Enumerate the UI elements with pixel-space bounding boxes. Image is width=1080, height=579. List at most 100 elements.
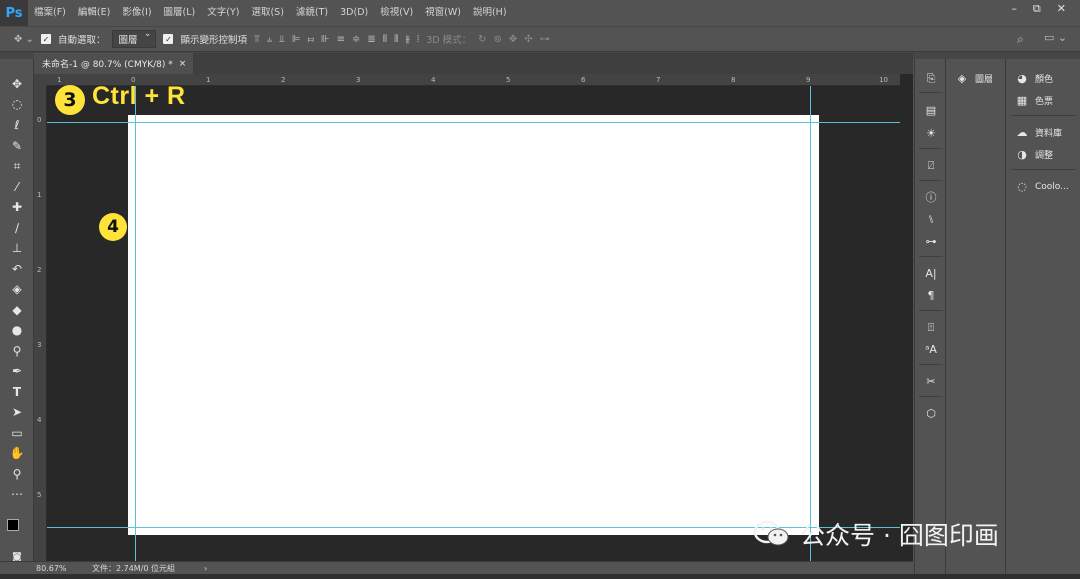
rectangle-icon[interactable]: ▭	[7, 424, 27, 442]
blur-icon[interactable]: ●	[7, 321, 27, 339]
zoom-level[interactable]: 80.67%	[0, 564, 92, 573]
zoom-icon[interactable]: ⚲	[7, 465, 27, 483]
properties-icon[interactable]: ⊶	[921, 234, 941, 250]
libraries-panel-button[interactable]: ☁ 資料庫	[1015, 126, 1063, 139]
distribute-vcenter-icon[interactable]: ≑	[352, 34, 360, 45]
align-right-icon[interactable]: ⊪	[321, 34, 330, 45]
search-icon[interactable]: ⌕	[1017, 32, 1024, 47]
panel-divider	[919, 364, 943, 365]
coolorus-panel-button[interactable]: ◌ Coolo...	[1015, 180, 1069, 193]
menu-view[interactable]: 檢視(V)	[374, 0, 419, 26]
auto-select-checkbox[interactable]: ✓	[40, 34, 51, 44]
distribute-right-icon[interactable]: ⫵	[405, 34, 410, 45]
vertical-ruler[interactable]: 0 1 2 3 4 5	[34, 86, 47, 561]
minimize-button[interactable]: –	[1011, 2, 1017, 16]
align-top-icon[interactable]: ⫪	[254, 34, 260, 45]
brush-settings-icon[interactable]: ⍁	[921, 158, 941, 174]
panel-divider	[919, 92, 943, 93]
healing-icon[interactable]: ✚	[7, 198, 27, 216]
3d-panel-icon[interactable]: ⬡	[921, 406, 941, 422]
ruler-tick-label: 10	[879, 76, 888, 84]
menu-help[interactable]: 說明(H)	[467, 0, 513, 26]
document-tab[interactable]: 未命名-1 @ 80.7% (CMYK/8) * ×	[34, 53, 194, 74]
menu-image[interactable]: 影像(I)	[116, 0, 157, 26]
stamp-icon[interactable]: ⊥	[7, 239, 27, 257]
path-select-icon[interactable]: ➤	[7, 403, 27, 421]
brush-icon[interactable]: ∕	[7, 219, 27, 237]
color-panel-button[interactable]: ◕ 顏色	[1015, 72, 1053, 85]
dodge-icon[interactable]: ⚲	[7, 342, 27, 360]
pen-icon[interactable]: ✒	[7, 362, 27, 380]
panel-icon-strip: ⎘ ▤ ☀ ⍁ ⓘ ⑊ ⊶ A| ¶ ⍐ ᵃA ✂ ⬡	[914, 59, 946, 574]
panel-divider	[1011, 169, 1076, 170]
align-hcenter-icon[interactable]: ⧦	[308, 34, 314, 45]
distribute-left-icon[interactable]: ⦀	[383, 34, 387, 45]
actions-icon[interactable]: ▤	[921, 103, 941, 119]
workspace-switcher-icon[interactable]: ▭ ⌄	[1044, 31, 1067, 44]
eyedropper-icon[interactable]: ⁄	[7, 178, 27, 196]
document-canvas[interactable]	[128, 115, 819, 535]
brush-preset-icon[interactable]: ⑊	[921, 212, 941, 228]
menu-edit[interactable]: 編輯(E)	[72, 0, 116, 26]
auto-align-icon[interactable]: ⦙	[417, 34, 419, 45]
more-tools-icon[interactable]: ⋯	[7, 485, 27, 503]
tool-presets-icon[interactable]: ✂	[921, 374, 941, 390]
paragraph-style-icon[interactable]: ⍐	[921, 320, 941, 336]
align-vcenter-icon[interactable]: ⫨	[267, 34, 273, 45]
menu-select[interactable]: 選取(S)	[245, 0, 289, 26]
type-icon[interactable]: T	[7, 383, 27, 401]
move-tool-icon[interactable]: ✥ ⌄	[14, 34, 34, 45]
hand-icon[interactable]: ✋	[7, 444, 27, 462]
menu-type[interactable]: 文字(Y)	[201, 0, 245, 26]
layers-panel-collapsed: ◈ 圖層	[947, 59, 1006, 574]
paint-bucket-icon[interactable]: ◆	[7, 301, 27, 319]
right-panel-collapsed: ◕ 顏色 ▦ 色票 ☁ 資料庫 ◑ 調整 ◌ Coolo...	[1007, 59, 1080, 574]
close-tab-icon[interactable]: ×	[179, 59, 187, 69]
swatches-panel-button[interactable]: ▦ 色票	[1015, 94, 1053, 107]
vertical-guide-right[interactable]	[810, 86, 811, 561]
vertical-guide-left[interactable]	[135, 86, 136, 561]
adjustments-panel-button[interactable]: ◑ 調整	[1015, 148, 1053, 161]
crop-icon[interactable]: ⌗	[7, 157, 27, 175]
ruler-tick-label: 9	[806, 76, 811, 84]
align-left-icon[interactable]: ⊫	[292, 34, 301, 45]
history-icon[interactable]: ⎘	[921, 71, 941, 87]
foreground-color-swatch[interactable]	[7, 519, 19, 531]
distribute-bottom-icon[interactable]: ≣	[367, 34, 375, 45]
show-transform-checkbox[interactable]: ✓	[163, 34, 174, 44]
quick-select-icon[interactable]: ✎	[7, 137, 27, 155]
move-icon[interactable]: ✥	[7, 75, 27, 93]
paragraph-icon[interactable]: ¶	[921, 288, 941, 304]
restore-button[interactable]: ⧉	[1033, 2, 1041, 16]
3d-scale-icon[interactable]: ⊶	[540, 34, 550, 45]
character-icon[interactable]: A|	[921, 266, 941, 282]
3d-slide-icon[interactable]: ✣	[524, 34, 532, 45]
status-menu-arrow[interactable]: ›	[204, 564, 207, 573]
3d-rotate-icon[interactable]: ↻	[478, 34, 486, 45]
distribute-hcenter-icon[interactable]: ⫴	[394, 34, 398, 45]
marquee-icon[interactable]: ◌	[7, 95, 27, 113]
3d-mode-label: 3D 模式：	[426, 35, 472, 46]
align-bottom-icon[interactable]: ⫫	[279, 34, 285, 45]
ruler-tick-label: 8	[731, 76, 736, 84]
menu-layer[interactable]: 圖層(L)	[158, 0, 202, 26]
ruler-corner[interactable]	[34, 74, 47, 86]
info-icon[interactable]: ⓘ	[921, 190, 941, 206]
menu-window[interactable]: 視窗(W)	[419, 0, 467, 26]
character-style-icon[interactable]: ᵃA	[921, 342, 941, 358]
3d-pan-icon[interactable]: ✥	[509, 34, 517, 45]
distribute-top-icon[interactable]: ≡	[337, 34, 345, 45]
horizontal-guide-top[interactable]	[47, 122, 900, 123]
3d-roll-icon[interactable]: ⊚	[493, 34, 501, 45]
brightness-icon[interactable]: ☀	[921, 126, 941, 142]
auto-select-dropdown[interactable]: 圖層	[112, 29, 157, 48]
history-brush-icon[interactable]: ↶	[7, 260, 27, 278]
layers-panel-button[interactable]: ◈ 圖層	[955, 72, 993, 85]
close-button[interactable]: ✕	[1057, 2, 1066, 16]
eraser-icon[interactable]: ◈	[7, 280, 27, 298]
menu-filter[interactable]: 濾鏡(T)	[290, 0, 334, 26]
lasso-icon[interactable]: ℓ	[7, 116, 27, 134]
menu-file[interactable]: 檔案(F)	[28, 0, 72, 26]
menu-3d[interactable]: 3D(D)	[334, 0, 374, 26]
panel-divider	[919, 396, 943, 397]
